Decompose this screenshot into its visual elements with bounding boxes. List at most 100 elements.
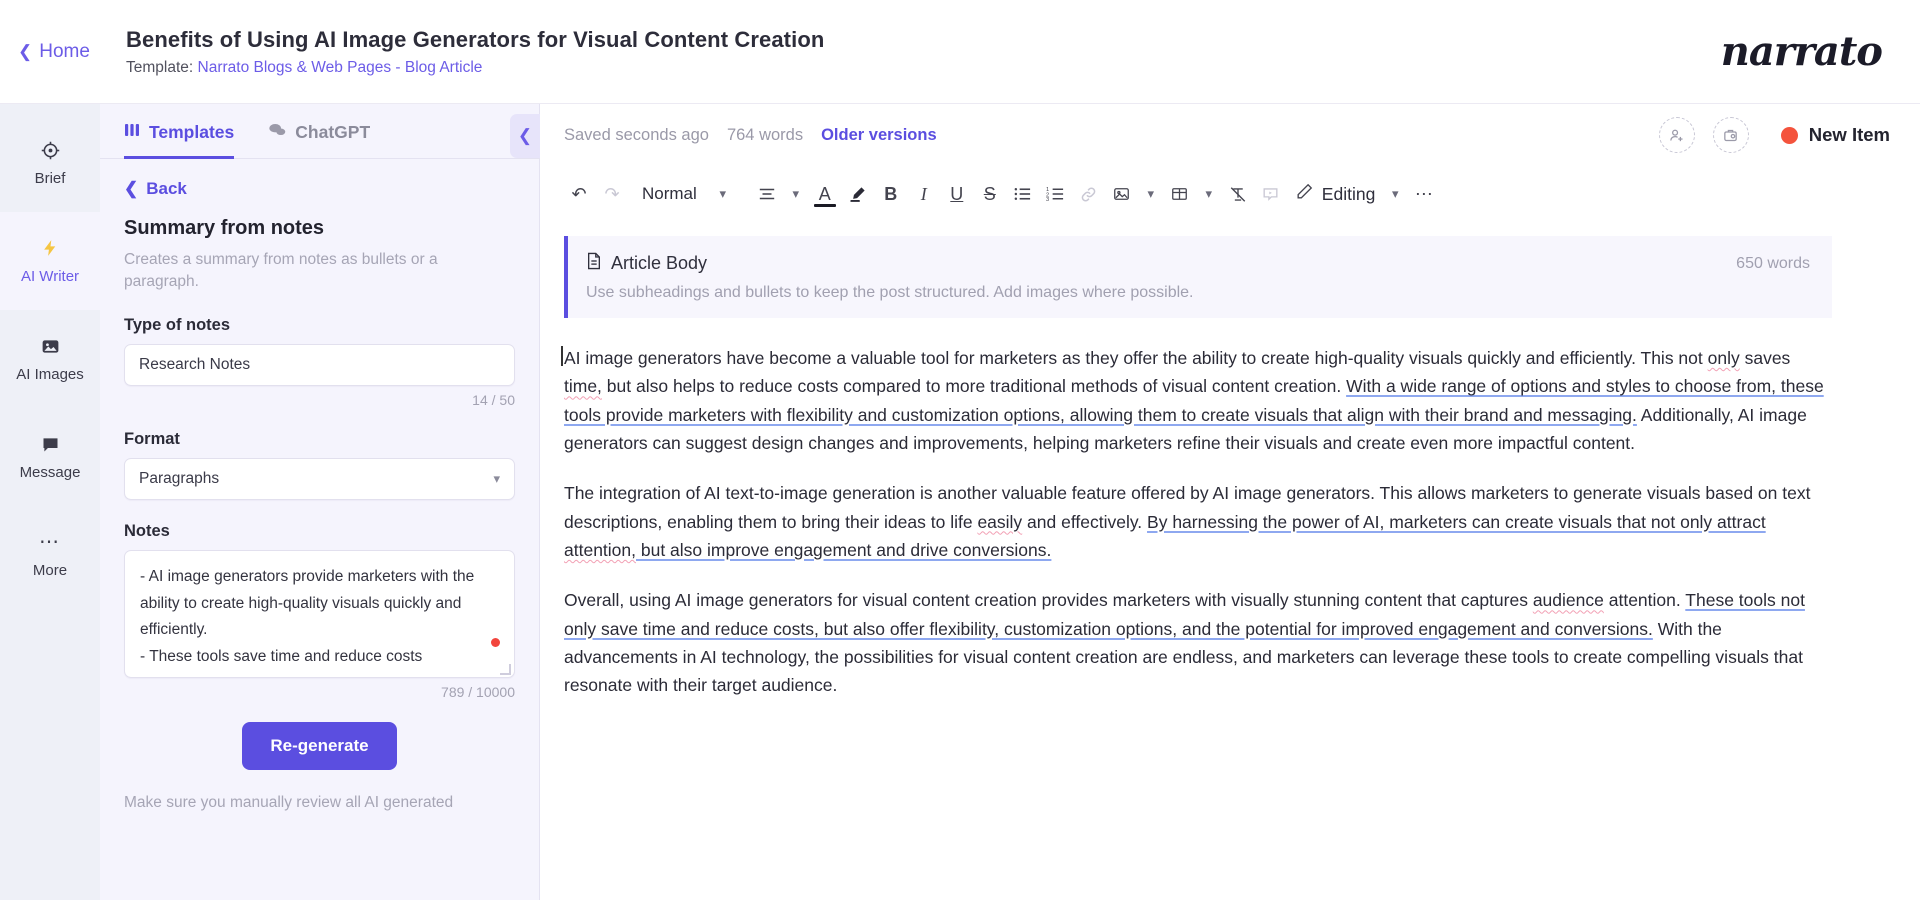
redo-icon[interactable]: ↷ [597, 177, 627, 211]
bulleted-list-icon[interactable] [1008, 177, 1038, 211]
chat-bubble-icon [40, 433, 61, 455]
link-icon[interactable] [1074, 177, 1104, 211]
type-of-notes-input[interactable]: Research Notes [124, 343, 515, 386]
home-label: Home [39, 40, 90, 62]
underline-button[interactable]: U [942, 177, 972, 211]
format-label: Format [124, 429, 180, 448]
document-editor: Saved seconds ago 764 words Older versio… [540, 104, 1920, 900]
rail-label-ai-images: AI Images [16, 366, 84, 383]
editing-mode-button[interactable]: Editing [1289, 182, 1382, 206]
template-description: Creates a summary from notes as bullets … [124, 251, 438, 291]
grammar-run: but also improve engagement and drive co… [636, 540, 1052, 561]
more-options-icon[interactable]: ⋯ [1409, 177, 1439, 211]
spellcheck-run: time, [564, 376, 602, 397]
template-link[interactable]: Narrato Blogs & Web Pages - Blog Article [198, 59, 483, 76]
paragraph-style-select[interactable]: Normal [630, 177, 709, 211]
assign-task-icon[interactable] [1712, 117, 1749, 153]
chevron-down-icon: ▾ [493, 470, 500, 486]
numbered-list-icon[interactable]: 1 2 3 [1041, 177, 1071, 211]
strikethrough-button[interactable]: S [975, 177, 1005, 211]
document-icon [586, 252, 602, 275]
pencil-icon [1295, 182, 1314, 206]
regenerate-button[interactable]: Re-generate [242, 721, 397, 770]
document-bottom-pad [564, 722, 1832, 782]
article-paragraph[interactable]: The integration of AI text-to-image gene… [564, 479, 1832, 564]
notes-value: - AI image generators provide marketers … [140, 567, 475, 665]
chevron-down-icon[interactable]: ▾ [1140, 177, 1162, 211]
chevron-down-icon[interactable]: ▾ [1384, 177, 1406, 211]
tab-chatgpt[interactable]: ChatGPT [268, 122, 370, 159]
top-header: ❮ Home Benefits of Using AI Image Genera… [0, 0, 1920, 104]
chevron-down-icon[interactable]: ▾ [1198, 177, 1220, 211]
saved-status: Saved seconds ago [564, 125, 709, 144]
bold-button[interactable]: B [876, 177, 906, 211]
panel-back-button[interactable]: ❮ Back [124, 179, 515, 199]
clear-formatting-icon[interactable] [1223, 177, 1253, 211]
ai-writer-panel: ❮ Templates ChatGPT ❮ Back Summary from … [100, 104, 540, 900]
insert-media-icon[interactable] [1256, 177, 1286, 211]
app-root: ❮ Home Benefits of Using AI Image Genera… [0, 0, 1920, 900]
insert-table-icon[interactable] [1165, 177, 1195, 211]
chevron-left-icon: ❮ [124, 179, 139, 198]
main-body: Brief AI Writer AI Images Message ⋯ More… [0, 104, 1920, 900]
document-title-block: Benefits of Using AI Image Generators fo… [104, 26, 1721, 77]
rail-item-brief[interactable]: Brief [0, 114, 100, 212]
templates-grid-icon [124, 122, 140, 143]
rail-label-ai-writer: AI Writer [20, 268, 80, 285]
highlight-pen-icon[interactable] [843, 177, 873, 211]
format-value: Paragraphs [139, 469, 220, 487]
section-word-count: 650 words [1736, 254, 1810, 272]
template-breadcrumb: Template: Narrato Blogs & Web Pages - Bl… [126, 59, 1721, 77]
template-name: Summary from notes [124, 217, 325, 239]
left-icon-rail: Brief AI Writer AI Images Message ⋯ More [0, 104, 100, 900]
text-color-icon[interactable]: A [810, 177, 840, 211]
text-run: Overall, using AI image generators for v… [564, 590, 1533, 611]
article-paragraphs[interactable]: AI image generators have become a valuab… [561, 344, 1832, 700]
new-item-label: New Item [1808, 124, 1890, 145]
chevron-down-icon[interactable]: ▾ [785, 177, 807, 211]
italic-button[interactable]: I [909, 177, 939, 211]
rail-item-more[interactable]: ⋯ More [0, 506, 100, 604]
article-body-section-card: Article Body 650 words Use subheadings a… [564, 236, 1832, 318]
undo-icon[interactable]: ↶ [564, 177, 594, 211]
document-canvas[interactable]: Article Body 650 words Use subheadings a… [540, 222, 1920, 900]
type-of-notes-counter: 14 / 50 [472, 391, 515, 408]
rail-item-ai-images[interactable]: AI Images [0, 310, 100, 408]
new-item-status-button[interactable]: New Item [1780, 124, 1890, 146]
spellcheck-run: only [1707, 348, 1740, 368]
section-hint: Use subheadings and bullets to keep the … [586, 284, 1194, 301]
panel-back-label: Back [146, 179, 187, 198]
text-run: and effectively. [1022, 511, 1148, 532]
older-versions-link[interactable]: Older versions [821, 126, 937, 145]
insert-image-icon[interactable] [1107, 177, 1137, 211]
chevron-down-icon[interactable]: ▾ [712, 177, 734, 211]
resize-handle-icon[interactable] [500, 663, 511, 675]
add-user-icon[interactable] [1658, 117, 1695, 153]
align-icon[interactable] [752, 177, 782, 211]
status-dot-icon [1780, 126, 1798, 144]
template-prefix-label: Template: [126, 58, 198, 76]
article-paragraph[interactable]: Overall, using AI image generators for v… [564, 586, 1832, 699]
spellcheck-run: easily [977, 511, 1023, 532]
panel-content: ❮ Back Summary from notes Creates a summ… [100, 159, 539, 900]
lightning-bolt-icon [41, 237, 60, 259]
rail-label-brief: Brief [34, 170, 66, 187]
formatting-toolbar: ↶ ↷ Normal ▾ ▾ A B I U S 1 2 3 ▾ ▾ Editi… [540, 166, 1920, 222]
tab-templates[interactable]: Templates [124, 122, 235, 159]
rail-item-message[interactable]: Message [0, 408, 100, 506]
notes-textarea[interactable]: - AI image generators provide marketers … [124, 549, 515, 678]
rail-item-ai-writer[interactable]: AI Writer [0, 212, 100, 310]
rail-label-more: More [32, 562, 68, 579]
narrato-logo: narrato [1720, 28, 1883, 75]
svg-text:3: 3 [1046, 197, 1049, 202]
section-title: Article Body [611, 253, 708, 273]
ai-disclaimer: Make sure you manually review all AI gen… [124, 793, 454, 811]
ellipsis-icon: ⋯ [39, 531, 61, 553]
article-paragraph[interactable]: AI image generators have become a valuab… [561, 344, 1832, 457]
format-select[interactable]: Paragraphs ▾ [124, 457, 515, 500]
text-run: but also helps to reduce costs compared … [601, 376, 1347, 397]
section-card-top: Article Body 650 words [586, 252, 1810, 275]
panel-collapse-button[interactable]: ❮ [510, 114, 540, 158]
document-inner: Article Body 650 words Use subheadings a… [540, 236, 1880, 782]
home-back-link[interactable]: ❮ Home [0, 41, 104, 63]
